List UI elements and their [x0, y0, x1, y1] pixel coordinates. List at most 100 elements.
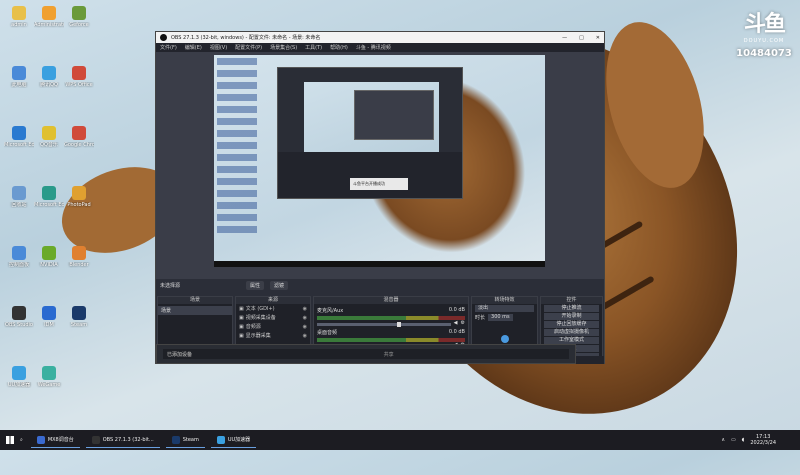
desktop-icon[interactable]: Microsoft Edge: [34, 186, 64, 208]
app-icon: [12, 6, 26, 20]
fader-knob[interactable]: [397, 321, 402, 327]
source-toolbar: 未选择源 属性 滤镜: [156, 280, 604, 291]
app-icon: [72, 6, 86, 20]
source-item[interactable]: ▣ 音频源 ◉: [236, 322, 310, 331]
app-icon: [72, 186, 86, 200]
menu-item[interactable]: 场景集合(S): [270, 44, 297, 51]
app-icon: [42, 366, 56, 380]
app-icon: [12, 66, 26, 80]
transitions-header: 转场特效: [472, 297, 537, 304]
desktop-icon-label: IDM: [44, 322, 54, 328]
desktop-icon[interactable]: 此电脑: [4, 66, 34, 88]
desktop-icon-label: Microsoft Edge: [34, 202, 64, 208]
properties-tab[interactable]: 属性: [246, 281, 265, 290]
obs-titlebar[interactable]: OBS 27.1.3 (32-bit, windows) - 配置文件: 未命名…: [156, 32, 604, 43]
source-label: 显示器采集: [245, 333, 271, 339]
duration-label: 时长: [475, 315, 486, 321]
desktop-icon[interactable]: 回收站: [4, 186, 34, 208]
visibility-eye-icon[interactable]: ◉: [303, 306, 307, 312]
minimize-icon[interactable]: —: [562, 35, 567, 41]
visibility-eye-icon[interactable]: ◉: [303, 315, 307, 321]
taskbar-app[interactable]: Steam: [165, 432, 205, 448]
desktop-icon[interactable]: Google Chrome: [64, 126, 94, 148]
menu-item[interactable]: 文件(F): [160, 44, 177, 51]
transition-select[interactable]: 淡出: [475, 305, 534, 312]
desktop-icon-label: QQ音乐: [40, 142, 58, 148]
source-type-icon: ▣: [239, 305, 244, 312]
control-button[interactable]: 停止回放缓存: [544, 321, 599, 328]
chevron-up-icon[interactable]: ∧: [721, 437, 725, 443]
volume-icon[interactable]: ◖: [742, 437, 745, 443]
app-icon: [42, 6, 56, 20]
clock[interactable]: 17:13 2022/3/24: [750, 434, 776, 446]
network-icon[interactable]: ▭: [731, 437, 736, 443]
app-icon: [12, 246, 26, 260]
desktop-icon-label: OBS Studio: [5, 322, 33, 328]
taskbar-app[interactable]: MX8调音台: [30, 432, 80, 448]
control-button[interactable]: 工作室模式: [544, 337, 599, 344]
source-type-icon: ▣: [239, 323, 244, 330]
desktop-icon[interactable]: PhotoPad: [64, 186, 94, 208]
speaker-icon[interactable]: ◀: [454, 320, 458, 326]
desktop-icon-label: Steam: [70, 322, 88, 328]
desktop-icon[interactable]: OBS Studio: [4, 306, 34, 328]
desktop-icon-label: WeGame: [37, 382, 61, 388]
desktop-icon-label: 回收站: [11, 202, 27, 208]
gear-icon[interactable]: ⚙: [461, 320, 465, 326]
app-icon: [42, 306, 56, 320]
desktop-icon[interactable]: 控制面板: [4, 246, 34, 268]
visibility-eye-icon[interactable]: ◉: [303, 333, 307, 339]
obs-title: OBS 27.1.3 (32-bit, windows) - 配置文件: 未命名…: [171, 35, 321, 41]
control-button[interactable]: 启动虚拟摄像机: [544, 329, 599, 336]
desktop-icon[interactable]: Administrator: [34, 6, 64, 28]
source-item[interactable]: ▣ 文本 (GDI+) ◉: [236, 304, 310, 313]
menu-item[interactable]: 工具(T): [305, 44, 322, 51]
desktop-icon-label: NVIDIA: [40, 262, 58, 268]
desktop-icon-label: admin: [11, 22, 27, 28]
visibility-eye-icon[interactable]: ◉: [303, 324, 307, 330]
desktop-icon[interactable]: Geforce: [64, 6, 94, 28]
desktop-icon[interactable]: admin: [4, 6, 34, 28]
filters-tab[interactable]: 滤镜: [270, 281, 289, 290]
volume-fader[interactable]: [317, 321, 451, 327]
menu-item[interactable]: 帮助(H): [330, 44, 348, 51]
search-icon[interactable]: ⌕: [20, 437, 23, 443]
taskbar-app[interactable]: UU加速器: [210, 432, 257, 448]
douyu-logo-sub: DOUYU.COM: [743, 38, 785, 44]
source-item[interactable]: ▣ 显示器采集 ◉: [236, 331, 310, 340]
close-icon[interactable]: ✕: [596, 35, 600, 41]
control-button[interactable]: 开始录制: [544, 313, 599, 320]
desktop-icon[interactable]: QQ音乐: [34, 126, 64, 148]
app-icon: [72, 66, 86, 80]
menu-item[interactable]: 配置文件(P): [235, 44, 262, 51]
clock-date: 2022/3/24: [750, 440, 776, 446]
obs-preview[interactable]: 斗鱼平台开播成功: [156, 52, 604, 279]
channel-db: 0.0 dB: [448, 307, 465, 313]
desktop-icon[interactable]: Microsoft Edge: [4, 126, 34, 148]
maximize-icon[interactable]: □: [579, 35, 584, 41]
desktop-icon[interactable]: Blender: [64, 246, 94, 268]
app-icon: [42, 186, 56, 200]
desktop-icon[interactable]: Steam: [64, 306, 94, 328]
douyu-logo-mark: 斗鱼: [743, 12, 786, 37]
source-label: 文本 (GDI+): [245, 306, 275, 312]
desktop-icon[interactable]: WeGame: [34, 366, 64, 388]
scene-item[interactable]: 场景: [158, 306, 232, 315]
obs-window[interactable]: OBS 27.1.3 (32-bit, windows) - 配置文件: 未命名…: [155, 31, 605, 364]
desktop-icon[interactable]: UU加速器: [4, 366, 34, 388]
desktop-icon[interactable]: NVIDIA: [34, 246, 64, 268]
start-button[interactable]: [0, 430, 20, 450]
source-item[interactable]: ▣ 视频采集设备 ◉: [236, 313, 310, 322]
menu-item[interactable]: 编辑(E): [185, 44, 202, 51]
menu-item[interactable]: 视图(V): [210, 44, 227, 51]
taskbar-app[interactable]: OBS 27.1.3 (32-bit...: [85, 432, 160, 448]
device-window[interactable]: 已添加设备 共享: [156, 344, 576, 364]
menu-item[interactable]: 斗鱼 - 腾讯视频: [356, 44, 391, 51]
desktop-icon[interactable]: IDM: [34, 306, 64, 328]
control-button[interactable]: 停止推流: [544, 305, 599, 312]
desktop-icon[interactable]: WPS Office: [64, 66, 94, 88]
desktop-icon-label: Geforce: [69, 22, 89, 28]
duration-input[interactable]: 300 ms: [488, 314, 513, 321]
preview-canvas: 斗鱼平台开播成功: [214, 55, 545, 261]
desktop-icon[interactable]: 腾讯QQ: [34, 66, 64, 88]
